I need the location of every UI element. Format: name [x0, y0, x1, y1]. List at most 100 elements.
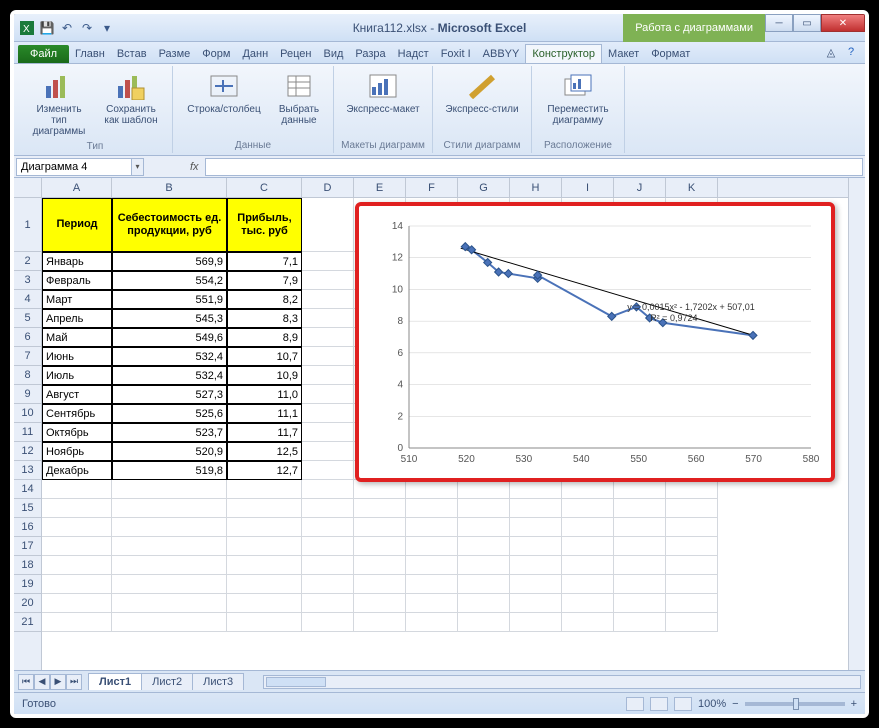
cell[interactable]: Апрель — [42, 309, 112, 328]
redo-icon[interactable]: ↷ — [78, 19, 96, 37]
cell[interactable]: 532,4 — [112, 347, 227, 366]
row-header-19[interactable]: 19 — [14, 575, 41, 594]
cell[interactable] — [42, 518, 112, 537]
cell[interactable]: 527,3 — [112, 385, 227, 404]
cell[interactable] — [112, 613, 227, 632]
cell[interactable] — [614, 499, 666, 518]
cell[interactable] — [666, 556, 718, 575]
tab-Разра[interactable]: Разра — [349, 45, 391, 63]
cell[interactable] — [302, 537, 354, 556]
cell[interactable] — [227, 537, 302, 556]
quick-styles-button[interactable]: Экспресс-стили — [439, 68, 525, 117]
col-header-K[interactable]: K — [666, 178, 718, 197]
cell[interactable] — [614, 556, 666, 575]
cell[interactable]: 545,3 — [112, 309, 227, 328]
cell[interactable]: 532,4 — [112, 366, 227, 385]
row-header-18[interactable]: 18 — [14, 556, 41, 575]
cell[interactable] — [614, 575, 666, 594]
row-header-20[interactable]: 20 — [14, 594, 41, 613]
cell[interactable] — [354, 499, 406, 518]
cell[interactable] — [227, 556, 302, 575]
cell[interactable]: Октябрь — [42, 423, 112, 442]
cell[interactable] — [302, 328, 354, 347]
cell[interactable]: 10,9 — [227, 366, 302, 385]
row-header-8[interactable]: 8 — [14, 366, 41, 385]
cell[interactable] — [458, 499, 510, 518]
cell[interactable] — [354, 518, 406, 537]
zoom-out-button[interactable]: − — [732, 698, 738, 710]
cell[interactable] — [302, 252, 354, 271]
zoom-slider[interactable] — [745, 702, 845, 706]
cell[interactable] — [302, 575, 354, 594]
sheet-tab-Лист1[interactable]: Лист1 — [88, 673, 142, 690]
cell[interactable]: Март — [42, 290, 112, 309]
cell[interactable] — [227, 518, 302, 537]
cell[interactable]: 554,2 — [112, 271, 227, 290]
tab-Разме[interactable]: Разме — [153, 45, 197, 63]
cell[interactable] — [354, 613, 406, 632]
cell[interactable] — [562, 613, 614, 632]
cell[interactable] — [302, 442, 354, 461]
sheet-nav-prev[interactable]: ◀ — [34, 674, 50, 690]
cell[interactable]: 7,1 — [227, 252, 302, 271]
col-header-B[interactable]: B — [112, 178, 227, 197]
close-button[interactable]: ✕ — [821, 14, 865, 32]
cell[interactable] — [510, 537, 562, 556]
cell[interactable] — [42, 613, 112, 632]
cell[interactable] — [510, 613, 562, 632]
minimize-button[interactable]: ─ — [765, 14, 793, 32]
cell[interactable] — [302, 461, 354, 480]
col-header-H[interactable]: H — [510, 178, 562, 197]
save-template-button[interactable]: Сохранить как шаблон — [96, 68, 166, 128]
cell[interactable] — [227, 499, 302, 518]
cell[interactable]: Прибыль, тыс. руб — [227, 198, 302, 252]
undo-icon[interactable]: ↶ — [58, 19, 76, 37]
cell[interactable] — [614, 613, 666, 632]
cell[interactable] — [354, 594, 406, 613]
select-data-button[interactable]: Выбрать данные — [271, 68, 327, 128]
cell[interactable] — [562, 537, 614, 556]
cell[interactable] — [458, 537, 510, 556]
col-header-D[interactable]: D — [302, 178, 354, 197]
row-header-12[interactable]: 12 — [14, 442, 41, 461]
cell[interactable] — [302, 404, 354, 423]
qat-dropdown-icon[interactable]: ▾ — [98, 19, 116, 37]
cell[interactable] — [666, 613, 718, 632]
cell[interactable]: Сентябрь — [42, 404, 112, 423]
quick-layout-button[interactable]: Экспресс-макет — [340, 68, 426, 117]
view-break-button[interactable] — [674, 697, 692, 711]
cell[interactable] — [112, 575, 227, 594]
cell[interactable] — [562, 518, 614, 537]
formula-input[interactable] — [205, 158, 863, 176]
cell[interactable] — [302, 499, 354, 518]
cell[interactable] — [406, 537, 458, 556]
col-header-E[interactable]: E — [354, 178, 406, 197]
row-header-5[interactable]: 5 — [14, 309, 41, 328]
cell[interactable] — [562, 575, 614, 594]
cell[interactable] — [458, 575, 510, 594]
cell[interactable] — [302, 198, 354, 252]
cell[interactable]: Декабрь — [42, 461, 112, 480]
cell[interactable]: Себестоимость ед. продукции, руб — [112, 198, 227, 252]
cell[interactable] — [666, 594, 718, 613]
cell[interactable] — [666, 499, 718, 518]
tab-Главн[interactable]: Главн — [69, 45, 111, 63]
cell[interactable] — [614, 518, 666, 537]
cell[interactable]: Июнь — [42, 347, 112, 366]
cell[interactable] — [302, 594, 354, 613]
row-header-13[interactable]: 13 — [14, 461, 41, 480]
sheet-nav-last[interactable]: ⏭ — [66, 674, 82, 690]
cell[interactable] — [354, 556, 406, 575]
name-box-dropdown[interactable]: ▾ — [132, 158, 144, 176]
cell[interactable] — [510, 556, 562, 575]
help-icon[interactable]: ? — [843, 44, 859, 60]
cell[interactable] — [406, 594, 458, 613]
cell[interactable] — [614, 537, 666, 556]
cell[interactable] — [614, 594, 666, 613]
cell[interactable]: Август — [42, 385, 112, 404]
cell[interactable] — [112, 480, 227, 499]
cell[interactable] — [42, 499, 112, 518]
cell[interactable] — [354, 575, 406, 594]
cell[interactable] — [562, 594, 614, 613]
cell[interactable] — [458, 613, 510, 632]
